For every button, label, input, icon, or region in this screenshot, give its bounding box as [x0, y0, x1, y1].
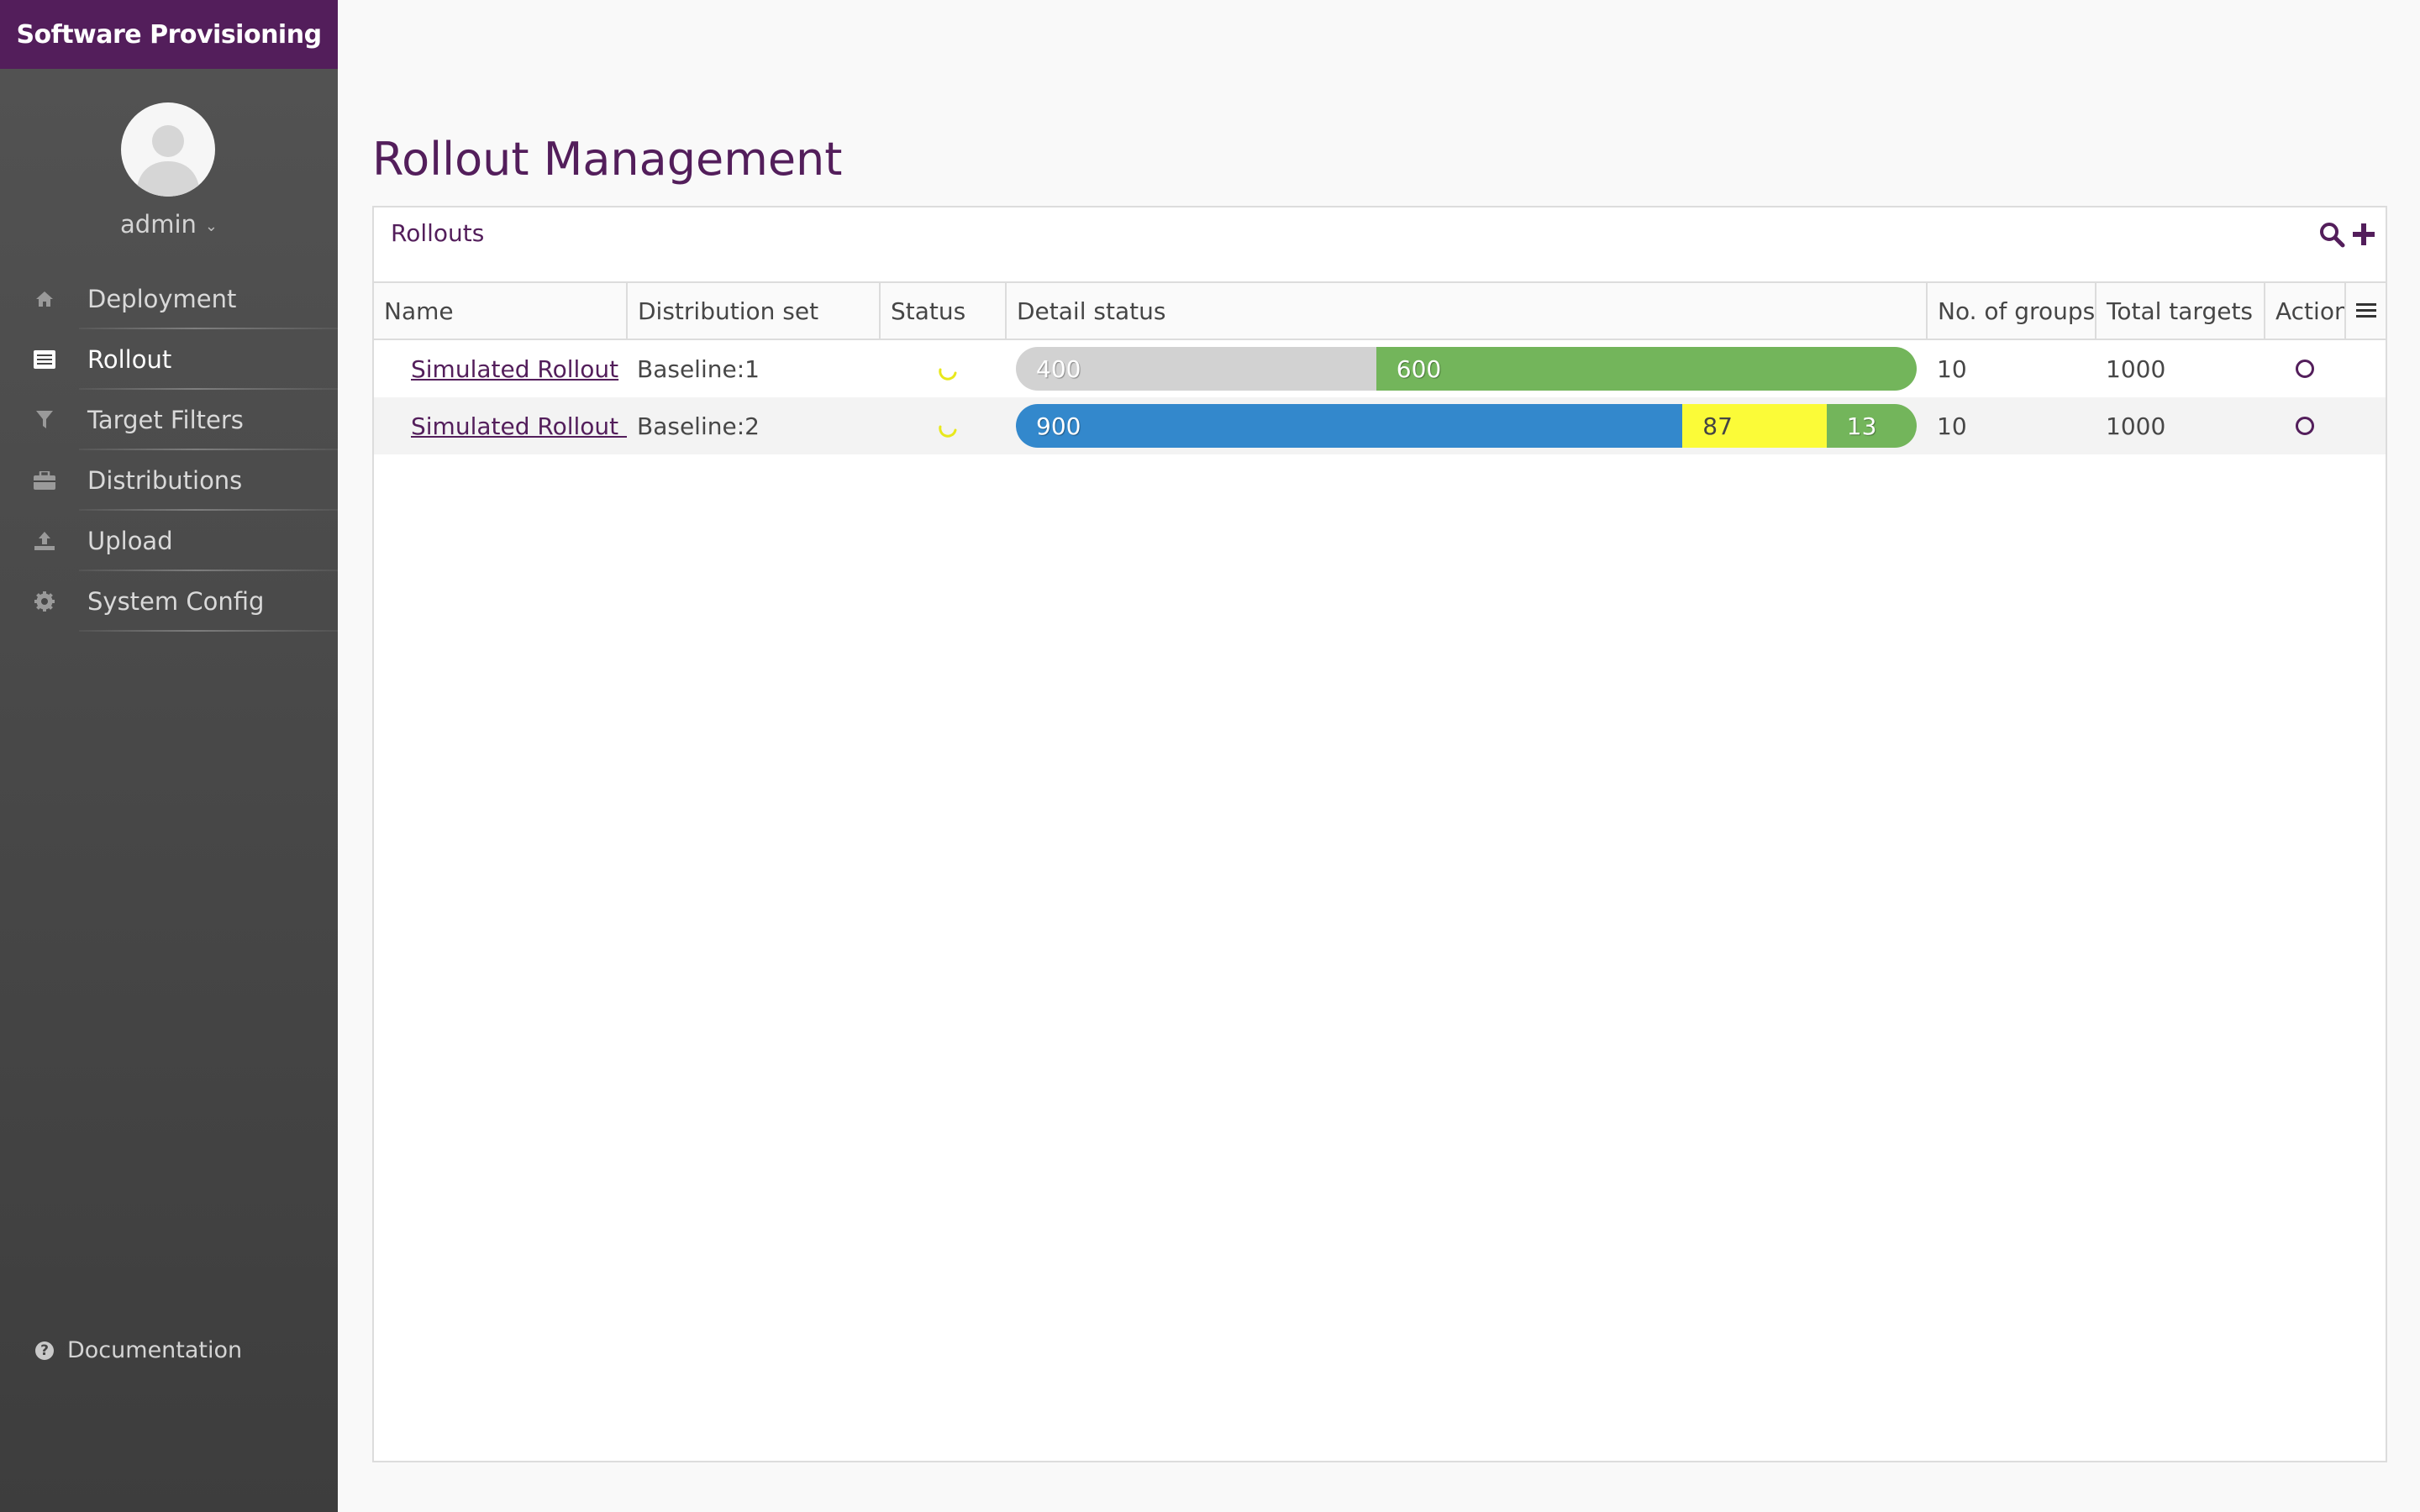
table-header-row: Name Distribution set Status Detail stat…: [374, 283, 2386, 340]
nav-label-system-config: System Config: [87, 587, 265, 616]
detail-status-cell: 400 600: [1006, 339, 1927, 397]
status-segment-running: 900: [1016, 404, 1683, 448]
detail-status-cell: 900 87 13: [1006, 397, 1927, 454]
table-row[interactable]: Simulated Rollout Baseline:1 400 600 10 …: [374, 339, 2386, 397]
add-rollout-button[interactable]: [2349, 219, 2379, 249]
distribution-set-cell: Baseline:1: [637, 354, 760, 383]
rollout-name-link[interactable]: Simulated Rollout: [411, 355, 618, 383]
page-title: Rollout Management: [372, 133, 843, 186]
groups-cell: 10: [1927, 397, 2096, 454]
search-icon: [2320, 223, 2345, 248]
column-header-detail-status[interactable]: Detail status: [1006, 283, 1928, 340]
user-avatar[interactable]: [121, 102, 215, 197]
table-row[interactable]: Simulated Rollout 2 Baseline:2 900 87 13…: [374, 397, 2386, 454]
nav-item-deployment[interactable]: Deployment: [0, 269, 338, 329]
status-segment-not-started: 400: [1016, 347, 1376, 391]
total-targets-cell: 1000: [2096, 397, 2265, 454]
nav-item-distributions[interactable]: Distributions: [0, 450, 338, 511]
column-menu-button[interactable]: [2345, 283, 2386, 340]
column-header-total-targets[interactable]: Total targets: [2096, 283, 2265, 340]
main-nav: Deployment Rollout Target Filters Distri…: [0, 269, 338, 632]
rollout-name-link[interactable]: Simulated Rollout 2: [411, 412, 627, 440]
status-cell: [880, 339, 1006, 397]
user-name: admin: [120, 210, 197, 239]
column-header-name[interactable]: Name: [374, 283, 628, 340]
sidebar: Software Provisioning admin ⌄ Deployment …: [0, 0, 338, 1512]
person-icon: [136, 125, 200, 197]
detail-status-bar: 900 87 13: [1016, 404, 1917, 448]
spinner-icon: [939, 425, 957, 438]
total-targets-cell: 1000: [2106, 354, 2166, 383]
search-button[interactable]: [2317, 219, 2347, 249]
nav-label-rollout: Rollout: [87, 345, 172, 374]
documentation-link[interactable]: ? Documentation: [35, 1337, 242, 1363]
briefcase-icon: [32, 468, 57, 493]
status-segment-scheduled: 87: [1682, 404, 1827, 448]
nav-item-system-config[interactable]: System Config: [0, 571, 338, 632]
column-header-action[interactable]: Action: [2265, 283, 2346, 340]
nav-label-deployment: Deployment: [87, 285, 237, 313]
action-cell: [2265, 339, 2345, 397]
status-segment-finished: 13: [1826, 404, 1917, 448]
distribution-set-cell: Baseline:2: [627, 397, 880, 454]
detail-status-bar: 400 600: [1016, 347, 1917, 391]
spinner-icon: [939, 368, 957, 381]
user-menu[interactable]: admin ⌄: [0, 210, 338, 239]
rollouts-table: Name Distribution set Status Detail stat…: [374, 283, 2386, 454]
menu-icon: [2355, 303, 2376, 318]
chevron-down-icon: ⌄: [204, 217, 218, 235]
nav-item-rollout[interactable]: Rollout: [0, 329, 338, 390]
filter-icon: [32, 407, 57, 433]
status-segment-finished: 600: [1376, 347, 1917, 391]
documentation-label: Documentation: [67, 1337, 243, 1363]
action-cell: [2265, 397, 2345, 454]
nav-label-distributions: Distributions: [87, 466, 243, 495]
column-header-groups[interactable]: No. of groups: [1927, 283, 2096, 340]
nav-label-upload: Upload: [87, 527, 173, 555]
nav-item-upload[interactable]: Upload: [0, 511, 338, 571]
panel-caption: Rollouts: [391, 219, 485, 247]
column-header-status[interactable]: Status: [880, 283, 1007, 340]
column-header-distribution-set[interactable]: Distribution set: [627, 283, 881, 340]
plus-icon: [2353, 223, 2375, 245]
groups-cell: 10: [1937, 354, 1967, 383]
status-cell: [880, 397, 1006, 454]
action-icon[interactable]: [2296, 417, 2314, 435]
list-icon: [32, 347, 57, 372]
nav-item-target-filters[interactable]: Target Filters: [0, 390, 338, 450]
panel-header: Rollouts: [374, 207, 2386, 283]
rollouts-panel: Rollouts Name Distribution set Status De…: [372, 206, 2387, 1462]
action-icon[interactable]: [2296, 360, 2314, 378]
app-title: Software Provisioning: [0, 0, 338, 69]
gear-icon: [32, 589, 57, 614]
help-icon: ?: [35, 1341, 54, 1360]
home-icon: [32, 286, 57, 312]
nav-label-target-filters: Target Filters: [87, 406, 244, 434]
upload-icon: [32, 528, 57, 554]
